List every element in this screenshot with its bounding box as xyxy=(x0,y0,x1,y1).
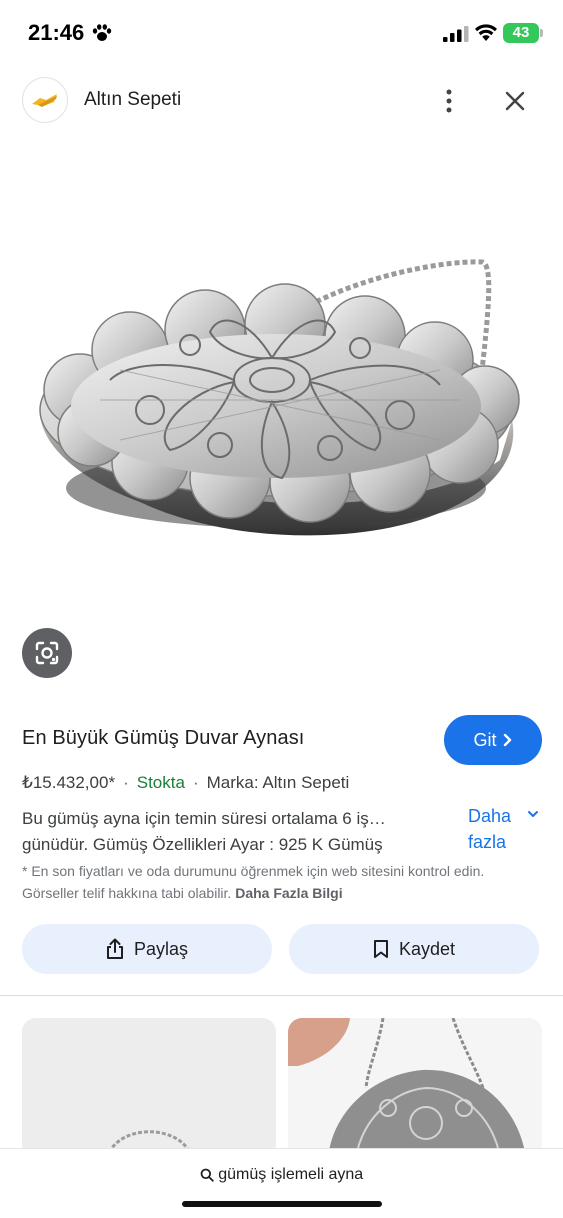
chevron-down-icon[interactable] xyxy=(527,810,539,818)
search-query-bar[interactable]: gümüş işlemeli ayna xyxy=(0,1148,563,1218)
save-button[interactable]: Kaydet xyxy=(289,924,539,974)
stock-status: Stokta xyxy=(136,773,185,792)
description-line: Bu gümüş ayna için temin süresi ortalama… xyxy=(22,809,386,828)
chevron-right-icon xyxy=(503,733,511,747)
signal-icon xyxy=(443,26,469,42)
product-meta: ₺15.432,00* · Stokta · Marka: Altın Sepeti xyxy=(22,773,349,793)
related-image xyxy=(22,1018,276,1158)
lens-search-button[interactable] xyxy=(22,628,72,678)
home-indicator xyxy=(182,1201,382,1207)
close-button[interactable] xyxy=(498,84,532,118)
share-button[interactable]: Paylaş xyxy=(22,924,272,974)
more-options-button[interactable] xyxy=(434,84,464,118)
wifi-icon xyxy=(475,24,497,41)
divider xyxy=(0,995,563,996)
description-line: günüdür. Gümüş Özellikleri Ayar : 925 K … xyxy=(22,835,383,854)
status-time: 21:46 xyxy=(28,20,85,45)
site-name[interactable]: Altın Sepeti xyxy=(84,89,181,111)
disclaimer: * En son fiyatları ve oda durumunu öğren… xyxy=(22,860,542,904)
share-icon xyxy=(106,938,123,959)
product-title: En Büyük Gümüş Duvar Aynası xyxy=(22,727,305,749)
battery-indicator: 43 xyxy=(503,23,539,43)
search-query-text: gümüş işlemeli ayna xyxy=(218,1166,364,1183)
brand: Marka: Altın Sepeti xyxy=(206,773,350,792)
lens-icon xyxy=(35,641,59,665)
related-result-card[interactable] xyxy=(22,1018,276,1158)
close-icon xyxy=(505,91,525,111)
search-icon xyxy=(200,1168,214,1182)
share-label: Paylaş xyxy=(133,938,189,959)
search-query[interactable]: gümüş işlemeli ayna xyxy=(0,1166,563,1184)
visit-button[interactable]: Git xyxy=(444,715,542,765)
site-logo[interactable] xyxy=(22,77,68,123)
site-logo-icon xyxy=(32,94,57,107)
price: ₺15.432,00* xyxy=(22,773,116,792)
separator-dot: · xyxy=(123,773,129,792)
learn-more-link[interactable]: Daha Fazla Bilgi xyxy=(235,885,342,901)
more-vertical-icon xyxy=(446,89,452,113)
result-header: Altın Sepeti xyxy=(0,72,563,130)
product-image[interactable] xyxy=(20,240,540,570)
product-description: Bu gümüş ayna için temin süresi ortalama… xyxy=(22,806,442,858)
status-bar: 21:46 43 xyxy=(0,0,563,66)
separator-dot: · xyxy=(192,773,199,792)
visit-label: Git xyxy=(473,729,497,750)
bookmark-icon xyxy=(373,940,388,958)
related-image xyxy=(288,1018,542,1158)
more-label: fazla xyxy=(468,832,507,852)
paw-icon xyxy=(92,24,112,41)
save-label: Kaydet xyxy=(398,938,456,959)
related-result-card[interactable] xyxy=(288,1018,542,1158)
battery-nub xyxy=(540,29,543,37)
